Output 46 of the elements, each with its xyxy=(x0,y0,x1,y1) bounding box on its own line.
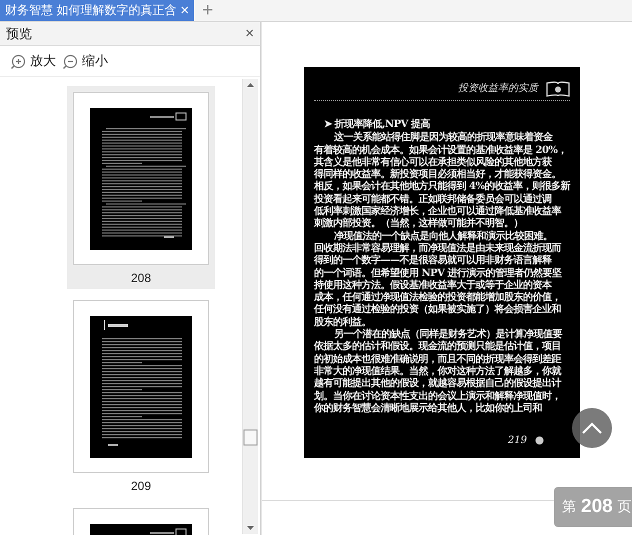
text-line: 刺激内部投资。（当然，这样做可能并不明智。） xyxy=(314,218,523,230)
close-tab-button[interactable]: × xyxy=(180,2,190,19)
document-tab[interactable]: 财务智慧 如何理解数字的真正含 × xyxy=(0,0,194,21)
text-line: 持使用这种方法。假设基准收益率大于或等于企业的资本 xyxy=(314,280,552,291)
text-line: 成本，任何通过净现值法检验的投资都能增加股东的价值， xyxy=(314,292,561,304)
text-line: 净现值法的一个缺点是向他人解释和演示比较困难。 xyxy=(334,230,552,242)
back-to-top-button[interactable] xyxy=(572,408,612,448)
thumbnail-item[interactable]: 208 xyxy=(67,86,215,289)
text-line: 回收期法非常容易理解，而净现值法是由未来现金流折现而 xyxy=(314,242,561,254)
text-line: 的初始成本也很难准确说明，而且不同的折现率会得到差距 xyxy=(314,354,561,365)
emblem-icon xyxy=(535,436,544,446)
section-heading: ➤ 折现率降低,NPV 提高 xyxy=(324,119,430,131)
text-line: 任何没有通过检验的投资（如果被实施了）将会损害企业和 xyxy=(314,304,561,316)
text-line: 低利率刺激国家经济增长，企业也可以通过降低基准收益率 xyxy=(314,206,561,218)
text-line: 的一个词语。但希望使用 NPV 进行演示的管理者仍然要坚 xyxy=(314,268,562,279)
page-number: 209 xyxy=(130,479,152,493)
page-thumbnail[interactable] xyxy=(73,92,209,265)
page-indicator: 第 208 页 xyxy=(554,487,632,527)
scrollbar[interactable] xyxy=(242,79,258,534)
text-line: 依据太多的估计和假设。现金流的预测只能是估计值，项目 xyxy=(314,341,561,353)
text-line: 投资看起来可能都不错。正如联邦储备委员会可以通过调 xyxy=(314,194,552,205)
panel-title: 预览 xyxy=(6,24,32,42)
text-line: 你的财务智慧会清晰地展示给其他人，比如你的上司和 xyxy=(314,402,542,416)
text-line: 得同样的收益率。新投资项目必须相当好，才能获得资金。 xyxy=(314,169,561,180)
text-line: 非常大的净现值结果。当然，你对这种方法了解越多，你就 xyxy=(314,366,561,377)
text-line: 其含义是他非常有信心可以在承担类似风险的其他地方获 xyxy=(314,156,552,168)
zoom-in-button[interactable]: 放大 xyxy=(10,52,56,70)
chevron-up-icon xyxy=(581,421,603,435)
zoom-in-icon xyxy=(10,53,26,69)
text-line: 得到的一个数字——不是很容易就可以用非财务语言解释 xyxy=(314,255,552,268)
text-line: 相反，如果会计在其他地方只能得到 4%的收益率，则很多新 xyxy=(314,181,570,193)
text-line: 越有可能提出其他的假设，就越容易根据自己的假设提出计 xyxy=(314,378,561,390)
zoom-out-icon xyxy=(62,53,78,69)
book-icon xyxy=(546,81,570,97)
text-line: 另一个潜在的缺点（同样是财务艺术）是计算净现值要 xyxy=(334,329,562,340)
thumbnail-item[interactable]: 209 xyxy=(67,294,215,497)
page-thumbnail[interactable] xyxy=(73,300,209,473)
text-line: 这一关系能站得住脚是因为较高的折现率意味着资金 xyxy=(334,132,552,144)
page-folio: 219 xyxy=(508,435,527,446)
text-line: 股东的利益。 xyxy=(314,316,371,328)
zoom-out-button[interactable]: 缩小 xyxy=(62,52,108,70)
close-button[interactable]: × xyxy=(245,25,254,42)
text-line: 划。当你在讨论资本性支出的会议上演示和解释净现值时， xyxy=(314,390,561,402)
running-head: 投资收益率的实质 xyxy=(458,83,538,95)
page-number: 208 xyxy=(130,271,152,285)
text-line: 有着较高的机会成本。如果会计设置的基准收益率是 20%， xyxy=(314,144,567,156)
